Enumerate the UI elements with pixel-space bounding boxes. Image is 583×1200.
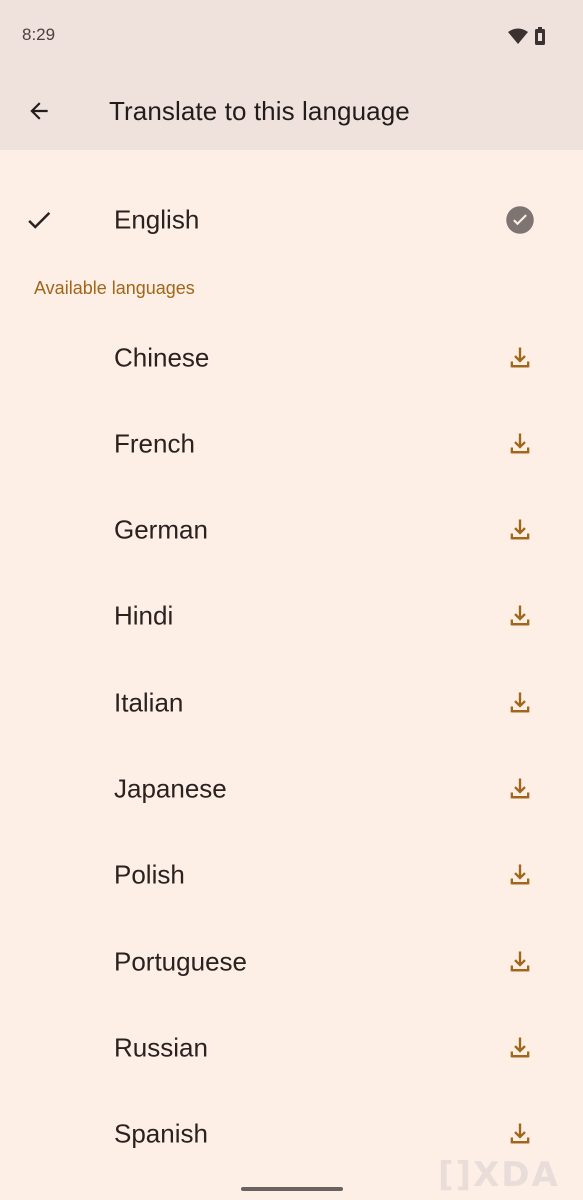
arrow-back-icon (30, 102, 48, 120)
language-item-polish[interactable]: Polish (0, 832, 583, 918)
download-icon (510, 433, 530, 454)
language-item-french[interactable]: French (0, 401, 583, 487)
page-title: Translate to this language (109, 96, 410, 126)
language-label: Polish (114, 859, 185, 890)
language-item-chinese[interactable]: Chinese (0, 315, 583, 401)
download-icon (510, 519, 530, 540)
language-label: Russian (114, 1032, 208, 1063)
language-label: Spanish (114, 1118, 208, 1149)
download-icon (510, 951, 530, 972)
watermark-logo: []XDA (438, 1155, 560, 1195)
language-label: Italian (114, 687, 184, 718)
language-list: English Available languages Chinese Fren… (0, 150, 583, 1200)
download-button[interactable] (504, 1118, 536, 1150)
download-icon (510, 692, 530, 713)
download-icon (510, 347, 530, 368)
battery-icon (535, 27, 545, 45)
language-label: English (114, 204, 200, 235)
app-bar: Translate to this language (0, 72, 583, 150)
download-button[interactable] (504, 859, 536, 891)
section-header: Available languages (34, 278, 195, 298)
check-icon (28, 211, 51, 229)
download-button[interactable] (504, 687, 536, 719)
status-icons (508, 27, 545, 45)
downloaded-indicator (504, 204, 536, 236)
status-time: 8:29 (22, 25, 56, 44)
language-label: German (114, 514, 208, 545)
home-indicator[interactable] (241, 1187, 343, 1191)
language-item-russian[interactable]: Russian (0, 1005, 583, 1091)
check-circle-icon (506, 206, 534, 234)
language-label: Hindi (114, 600, 174, 631)
language-label: French (114, 428, 195, 459)
download-icon (510, 864, 530, 885)
download-button[interactable] (504, 946, 536, 978)
download-button[interactable] (504, 514, 536, 546)
language-item-english[interactable]: English (0, 177, 583, 263)
download-button[interactable] (504, 428, 536, 460)
language-label: Portuguese (114, 946, 247, 977)
language-item-hindi[interactable]: Hindi (0, 573, 583, 659)
language-item-japanese[interactable]: Japanese (0, 746, 583, 832)
back-button[interactable] (20, 92, 58, 130)
language-label: Japanese (114, 773, 227, 804)
download-icon (510, 1037, 530, 1058)
language-item-portuguese[interactable]: Portuguese (0, 919, 583, 1005)
download-icon (510, 605, 530, 626)
download-button[interactable] (504, 600, 536, 632)
download-button[interactable] (504, 342, 536, 374)
language-item-german[interactable]: German (0, 487, 583, 573)
status-bar: 8:29 (0, 0, 583, 72)
download-button[interactable] (504, 1032, 536, 1064)
language-item-italian[interactable]: Italian (0, 660, 583, 746)
wifi-icon (508, 28, 528, 44)
language-label: Chinese (114, 342, 210, 373)
download-icon (510, 1123, 530, 1144)
download-button[interactable] (504, 773, 536, 805)
download-icon (510, 778, 530, 799)
